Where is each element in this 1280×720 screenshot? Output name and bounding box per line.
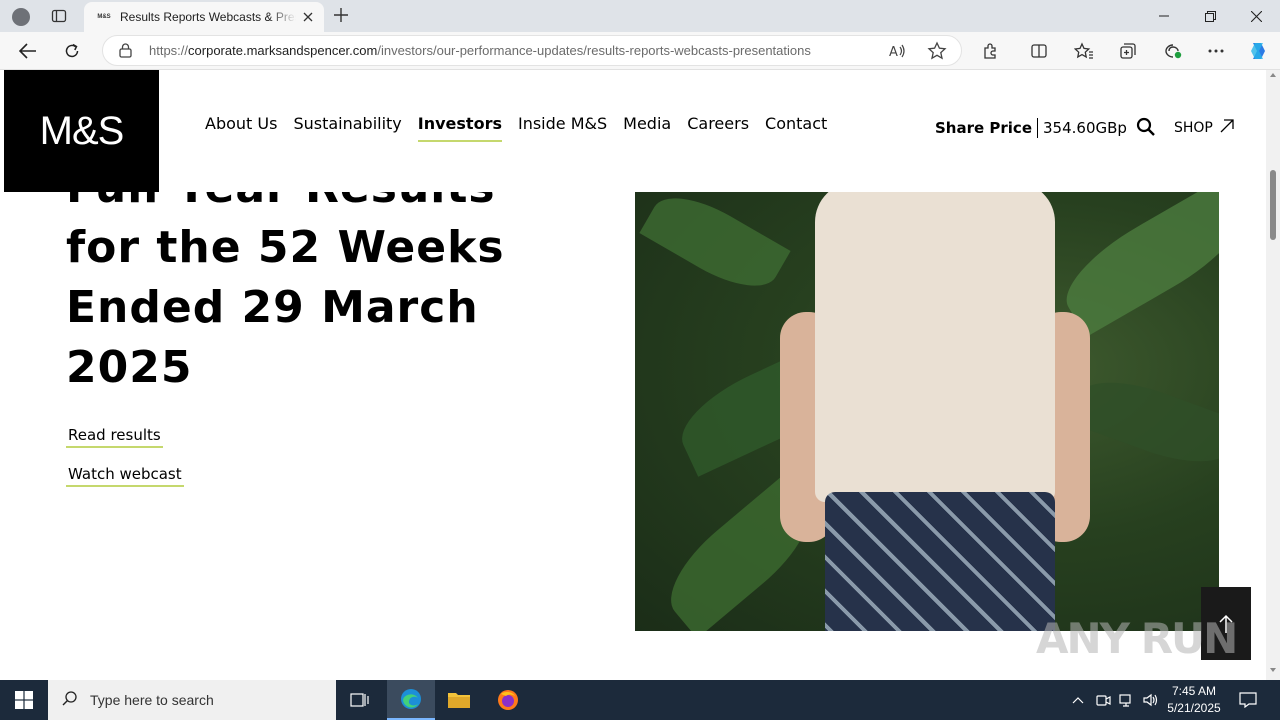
nav-contact[interactable]: Contact xyxy=(765,114,827,142)
scroll-up-arrow-icon[interactable] xyxy=(1270,73,1276,77)
read-results-link[interactable]: Read results xyxy=(66,426,163,448)
svg-text:A: A xyxy=(889,45,898,60)
meet-now-icon[interactable] xyxy=(1093,690,1113,710)
site-header: M&S About Us Sustainability Investors In… xyxy=(0,70,1266,192)
nav-sustainability[interactable]: Sustainability xyxy=(293,114,401,142)
task-view-icon xyxy=(350,693,369,707)
clock-date: 5/21/2025 xyxy=(1167,701,1221,715)
read-aloud-icon[interactable]: A xyxy=(887,41,907,65)
browser-essentials-icon[interactable] xyxy=(1158,36,1188,66)
task-view-button[interactable] xyxy=(336,680,384,720)
shop-link[interactable]: SHOP xyxy=(1174,118,1235,138)
taskbar-clock[interactable]: 7:45 AM 5/21/2025 xyxy=(1162,683,1226,717)
windows-logo-icon xyxy=(15,691,33,709)
share-price-divider xyxy=(1037,118,1038,138)
watch-webcast-link[interactable]: Watch webcast xyxy=(66,465,184,487)
edge-taskbar-button[interactable] xyxy=(387,680,435,720)
tab-favicon: M&S xyxy=(97,14,111,20)
main-nav: About Us Sustainability Investors Inside… xyxy=(205,114,827,142)
address-bar[interactable]: https://corporate.marksandspencer.com/in… xyxy=(102,35,962,66)
more-menu-icon[interactable] xyxy=(1201,36,1231,66)
folder-icon xyxy=(448,693,470,708)
web-page: Full Year Results for the 52 Weeks Ended… xyxy=(0,70,1280,680)
refresh-button[interactable] xyxy=(57,36,87,66)
search-icon[interactable] xyxy=(1136,117,1156,141)
start-button[interactable] xyxy=(0,680,48,720)
new-tab-button[interactable] xyxy=(330,4,352,26)
nav-inside-ms[interactable]: Inside M&S xyxy=(518,114,607,142)
taskbar-search-box[interactable]: Type here to search xyxy=(48,680,336,720)
collections-icon[interactable] xyxy=(1113,36,1143,66)
edge-icon xyxy=(401,689,421,709)
volume-icon[interactable] xyxy=(1141,690,1161,710)
taskbar-search-placeholder: Type here to search xyxy=(90,692,214,708)
back-button[interactable] xyxy=(13,36,43,66)
tab-strip: M&S Results Reports Webcasts & Presentat… xyxy=(0,0,1280,32)
hero-image xyxy=(635,192,1219,631)
scrollbar-thumb[interactable] xyxy=(1270,170,1276,240)
notification-center-icon[interactable] xyxy=(1238,690,1258,710)
ms-logo[interactable]: M&S xyxy=(4,70,159,192)
external-arrow-icon xyxy=(1219,118,1235,138)
extensions-icon[interactable] xyxy=(976,36,1006,66)
minimize-button[interactable] xyxy=(1141,0,1187,32)
nav-about-us[interactable]: About Us xyxy=(205,114,277,142)
favorites-icon[interactable] xyxy=(1069,36,1099,66)
tab-title: Results Reports Webcasts & Presentations xyxy=(120,10,296,24)
lock-icon[interactable] xyxy=(119,43,132,62)
copilot-icon[interactable] xyxy=(1243,36,1273,66)
nav-media[interactable]: Media xyxy=(623,114,671,142)
nav-careers[interactable]: Careers xyxy=(687,114,749,142)
browser-toolbar: https://corporate.marksandspencer.com/in… xyxy=(0,32,1280,70)
favorite-star-icon[interactable] xyxy=(927,41,947,65)
tab-actions-icon[interactable] xyxy=(50,7,68,25)
windows-taskbar: Type here to search 7:45 AM 5/21/2025 xyxy=(0,680,1280,720)
restore-button[interactable] xyxy=(1187,0,1233,32)
close-window-button[interactable] xyxy=(1233,0,1279,32)
share-price-value: 354.60GBp xyxy=(1043,119,1127,137)
share-price[interactable]: Share Price 354.60GBp xyxy=(935,118,1127,138)
split-screen-icon[interactable] xyxy=(1024,36,1054,66)
clock-time: 7:45 AM xyxy=(1171,684,1217,698)
shop-label: SHOP xyxy=(1174,120,1213,136)
tab-active[interactable]: M&S Results Reports Webcasts & Presentat… xyxy=(84,2,324,32)
profile-button[interactable] xyxy=(8,4,34,30)
url-text[interactable]: https://corporate.marksandspencer.com/in… xyxy=(149,43,811,58)
page-scrollbar[interactable] xyxy=(1266,70,1280,680)
firefox-button[interactable] xyxy=(484,680,532,720)
page-heading: Full Year Results for the 52 Weeks Ended… xyxy=(66,192,505,393)
tab-close-icon[interactable] xyxy=(300,9,316,25)
scroll-down-arrow-icon[interactable] xyxy=(1270,668,1276,672)
share-price-label: Share Price xyxy=(935,119,1032,137)
hero-text-area: Full Year Results for the 52 Weeks Ended… xyxy=(0,192,620,412)
taskbar-search-icon xyxy=(62,690,78,710)
watermark-text: ANY RUN xyxy=(1036,614,1238,663)
nav-investors[interactable]: Investors xyxy=(417,114,502,142)
show-hidden-icons-chevron-icon[interactable] xyxy=(1068,690,1088,710)
network-icon[interactable] xyxy=(1117,690,1137,710)
file-explorer-button[interactable] xyxy=(435,680,483,720)
profile-avatar-icon xyxy=(12,8,30,26)
firefox-icon xyxy=(498,690,518,710)
